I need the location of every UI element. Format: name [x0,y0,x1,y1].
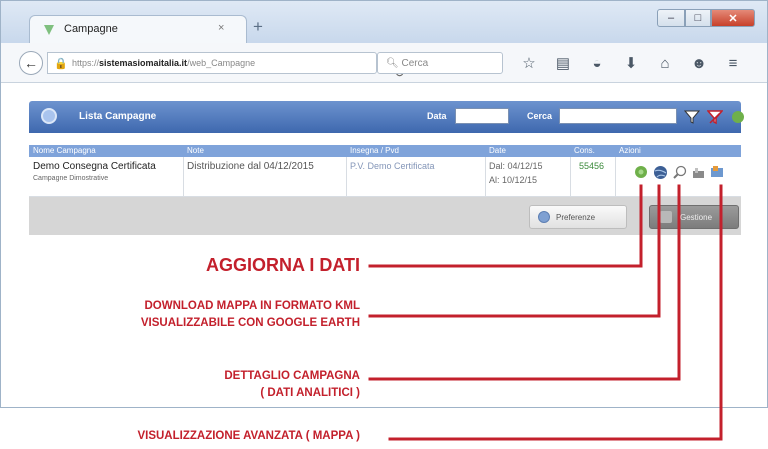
leader-refresh [368,184,643,268]
leader-advanced [388,184,723,441]
annotation-leaders [368,184,723,441]
leader-download [368,184,661,318]
stage: Campagne × + – □ ✕ ← 🔒 https://sistemasi… [0,0,768,449]
leader-detail [368,184,681,381]
